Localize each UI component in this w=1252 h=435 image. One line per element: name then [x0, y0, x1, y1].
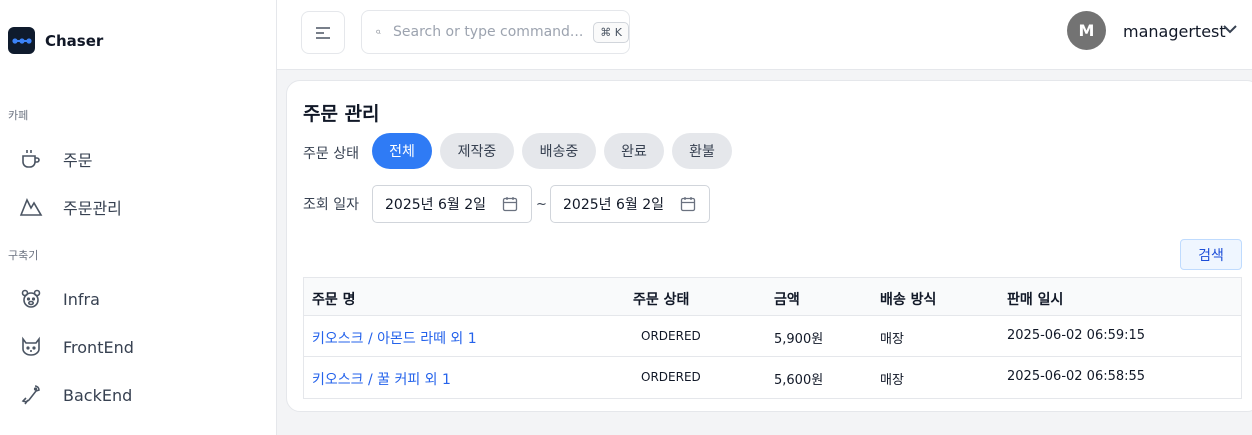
status-filter-shipping[interactable]: 배송중 — [522, 133, 596, 169]
sidebar-item-order-management[interactable]: 주문관리 — [18, 191, 122, 223]
column-header-sale-datetime[interactable]: 판매 일시 — [1007, 289, 1063, 309]
date-separator: ~ — [536, 197, 547, 212]
sidebar-item-order[interactable]: 주문 — [18, 143, 92, 175]
coffee-cup-icon — [18, 146, 44, 172]
order-status: ORDERED — [641, 329, 701, 343]
menu-icon — [316, 26, 330, 39]
status-filter-refund[interactable]: 환불 — [672, 133, 732, 169]
order-management-card: 주문 관리 주문 상태 전체 제작중 배송중 완료 환불 조회 일자 2025년… — [286, 80, 1252, 412]
date-from-field[interactable]: 2025년 6월 2일 — [372, 185, 532, 223]
chevron-down-icon[interactable] — [1222, 24, 1238, 34]
sidebar-item-label: 주문 — [63, 151, 93, 170]
sidebar-item-label: BackEnd — [63, 385, 133, 405]
order-name-link[interactable]: 키오스크 / 꿀 커피 외 1 — [312, 369, 451, 389]
sidebar: Chaser 카페 주문 주문관리 구축기 Infra FrontEnd Bac… — [0, 0, 277, 435]
user-name[interactable]: managertest — [1123, 22, 1226, 41]
search-placeholder: Search or type command... — [393, 24, 584, 40]
orders-table: 주문 명 주문 상태 금액 배송 방식 판매 일시 키오스크 / 아몬드 라떼 … — [303, 277, 1242, 399]
column-header-order-status[interactable]: 주문 상태 — [633, 289, 689, 309]
shortcut-badge: ⌘ K — [593, 21, 629, 43]
table-row[interactable]: 키오스크 / 꿀 커피 외 1 ORDERED 5,600원 매장 2025-0… — [304, 357, 1241, 398]
calendar-icon — [680, 197, 696, 212]
section-label-build: 구축기 — [8, 249, 39, 262]
cat-icon — [18, 334, 44, 360]
sidebar-item-label: Infra — [63, 289, 100, 309]
sidebar-item-label: 주문관리 — [63, 199, 122, 218]
table-row[interactable]: 키오스크 / 아몬드 라떼 외 1 ORDERED 5,900원 매장 2025… — [304, 316, 1241, 357]
sale-datetime: 2025-06-02 06:58:55 — [1007, 369, 1146, 384]
date-to-field[interactable]: 2025년 6월 2일 — [550, 185, 710, 223]
section-label-cafe: 카페 — [8, 109, 29, 122]
status-filter-all[interactable]: 전체 — [372, 133, 432, 169]
top-bar: Search or type command... ⌘ K M managert… — [277, 0, 1252, 70]
chaser-logo-icon — [8, 27, 35, 54]
mountain-icon — [18, 194, 44, 220]
bird-icon — [18, 382, 44, 408]
order-amount: 5,900원 — [774, 332, 824, 347]
column-header-amount[interactable]: 금액 — [774, 289, 800, 309]
search-icon — [376, 29, 381, 35]
order-amount: 5,600원 — [774, 373, 824, 388]
calendar-icon — [502, 197, 518, 212]
page-title: 주문 관리 — [303, 103, 380, 125]
sale-datetime: 2025-06-02 06:59:15 — [1007, 328, 1146, 343]
date-to-value: 2025년 6월 2일 — [563, 197, 664, 213]
order-name-link[interactable]: 키오스크 / 아몬드 라떼 외 1 — [312, 328, 477, 348]
sidebar-item-frontend[interactable]: FrontEnd — [18, 331, 134, 363]
status-filter-label: 주문 상태 — [303, 146, 359, 162]
avatar[interactable]: M — [1067, 11, 1106, 50]
table-header: 주문 명 주문 상태 금액 배송 방식 판매 일시 — [304, 278, 1241, 316]
brand[interactable]: Chaser — [8, 27, 103, 54]
column-header-order-name[interactable]: 주문 명 — [312, 289, 356, 309]
search-input[interactable]: Search or type command... ⌘ K — [361, 10, 630, 54]
brand-name: Chaser — [45, 31, 104, 50]
bear-icon — [18, 286, 44, 312]
status-filter-in-production[interactable]: 제작중 — [440, 133, 514, 169]
delivery-method: 매장 — [880, 373, 904, 388]
date-from-value: 2025년 6월 2일 — [385, 197, 486, 213]
menu-toggle-button[interactable] — [301, 11, 345, 54]
order-status: ORDERED — [641, 370, 701, 384]
delivery-method: 매장 — [880, 332, 904, 347]
search-button[interactable]: 검색 — [1180, 239, 1242, 270]
date-filter-label: 조회 일자 — [303, 197, 359, 213]
column-header-delivery-method[interactable]: 배송 방식 — [880, 289, 936, 309]
sidebar-item-backend[interactable]: BackEnd — [18, 379, 132, 411]
sidebar-item-label: FrontEnd — [63, 337, 134, 357]
status-filter-complete[interactable]: 완료 — [604, 133, 664, 169]
sidebar-item-infra[interactable]: Infra — [18, 283, 100, 315]
